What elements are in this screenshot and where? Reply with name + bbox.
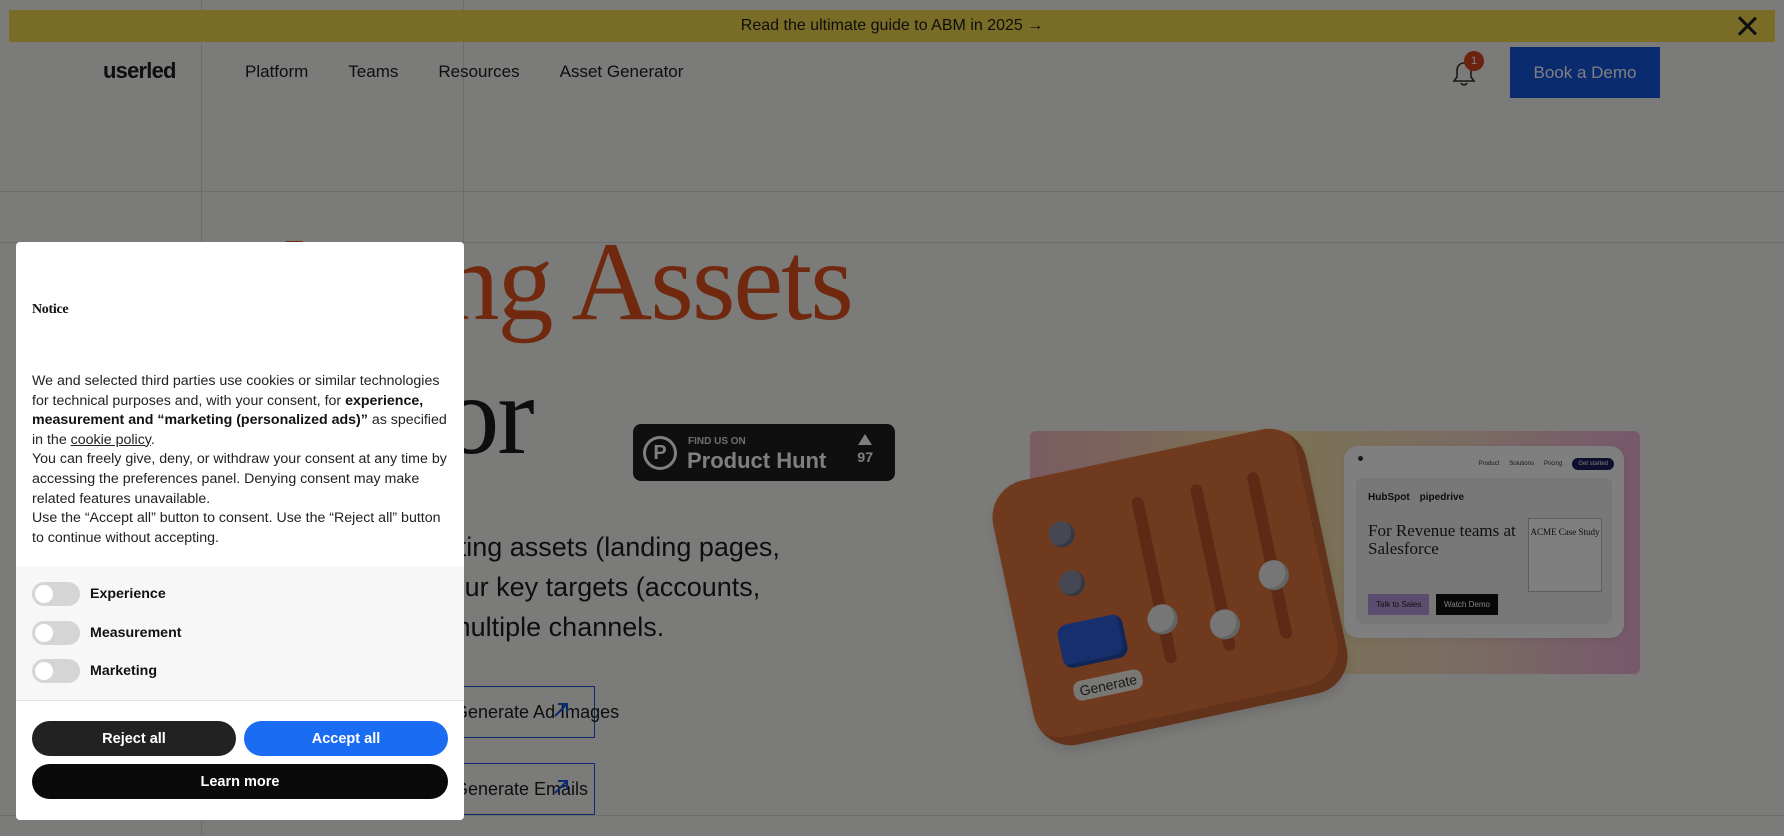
- cookie-paragraph-3: Use the “Accept all” button to consent. …: [32, 510, 441, 546]
- cookie-policy-link[interactable]: cookie policy: [71, 432, 151, 448]
- cookie-notice-dialog: Notice We and selected third parties use…: [16, 242, 464, 820]
- learn-more-button[interactable]: Learn more: [32, 764, 448, 799]
- preference-label: Marketing: [90, 663, 158, 679]
- reject-all-button[interactable]: Reject all: [32, 721, 236, 756]
- preference-experience: Experience: [32, 582, 166, 606]
- experience-toggle[interactable]: [32, 582, 80, 606]
- cookie-text: .: [150, 431, 155, 448]
- preference-measurement: Measurement: [32, 621, 181, 645]
- cookie-notice-title: Notice: [32, 302, 69, 317]
- preferences-panel: Experience Measurement Marketing: [16, 566, 464, 700]
- preference-label: Measurement: [90, 625, 182, 641]
- measurement-toggle[interactable]: [32, 621, 80, 645]
- preference-marketing: Marketing: [32, 659, 157, 683]
- divider: [16, 700, 464, 701]
- marketing-toggle[interactable]: [32, 659, 80, 683]
- cookie-paragraph-2: You can freely give, deny, or withdraw y…: [32, 451, 447, 507]
- accept-all-button[interactable]: Accept all: [244, 721, 448, 756]
- cookie-notice-body: We and selected third parties use cookie…: [32, 372, 452, 548]
- preference-label: Experience: [90, 586, 166, 602]
- cookie-paragraph-1: We and selected third parties use cookie…: [32, 372, 452, 450]
